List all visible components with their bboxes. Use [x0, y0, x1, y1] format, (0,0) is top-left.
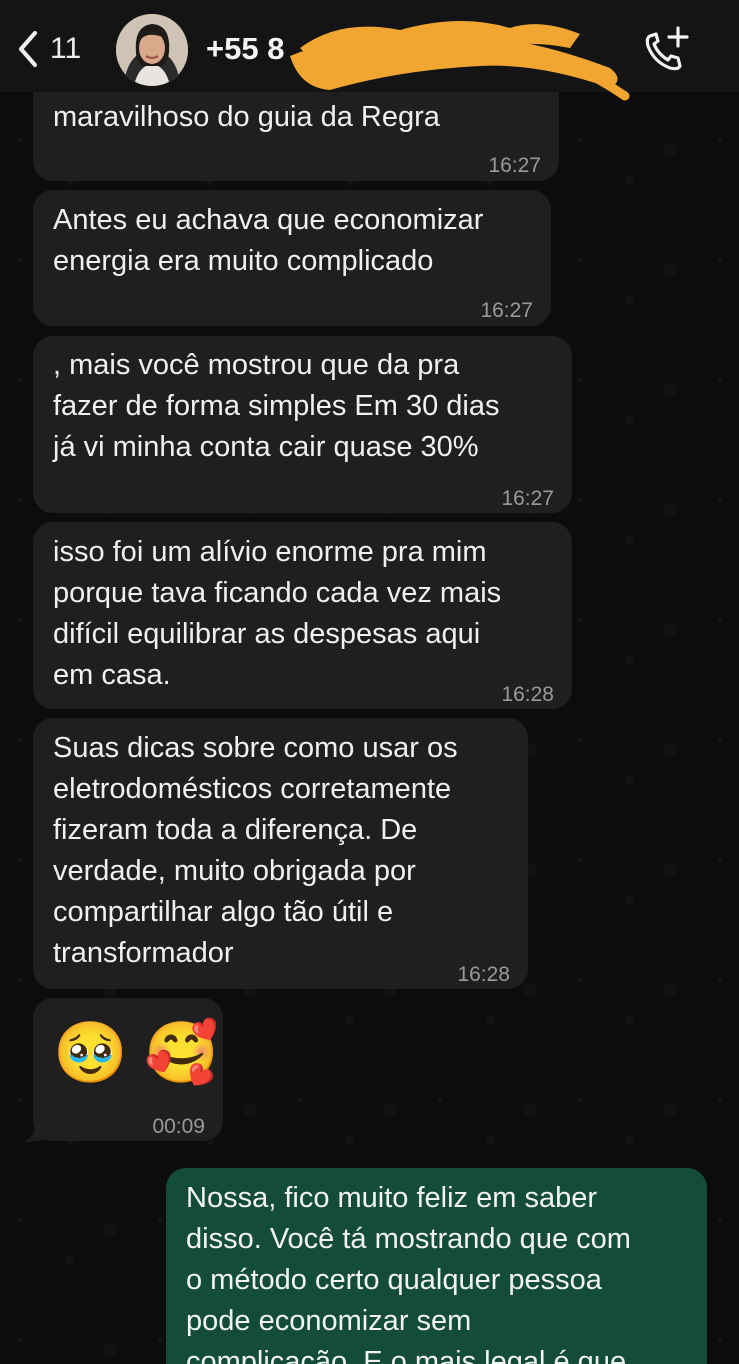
message-bubble-incoming[interactable]: Suas dicas sobre como usar os eletrodomé…	[33, 718, 528, 989]
message-time: 16:27	[501, 487, 554, 510]
call-add-icon[interactable]	[638, 24, 694, 76]
chevron-left-icon	[19, 31, 37, 67]
avatar[interactable]	[116, 14, 188, 86]
message-time: 16:28	[501, 683, 554, 706]
message-text: isso foi um alívio enorme pra mim porque…	[53, 536, 502, 691]
back-button[interactable]: 11	[16, 27, 81, 71]
bubble-tail	[24, 1118, 52, 1142]
message-time: 16:28	[457, 963, 510, 986]
message-bubble-emoji[interactable]: 🥹 🥰 00:09	[33, 998, 223, 1141]
message-time: 16:27	[488, 154, 541, 177]
chat-header: 11 +55 8	[0, 0, 739, 101]
message-text: Nossa, fico muito feliz em saber disso. …	[186, 1182, 631, 1364]
unread-count: 11	[50, 32, 82, 65]
chat-screen: 11 +55 8 maravilhoso do guia da Regra 16…	[0, 0, 739, 1364]
message-text: maravilhoso do guia da Regra	[53, 101, 440, 133]
message-bubble-outgoing[interactable]: Nossa, fico muito feliz em saber disso. …	[166, 1168, 707, 1364]
contact-name[interactable]: +55 8	[206, 31, 284, 67]
message-bubble-incoming[interactable]: isso foi um alívio enorme pra mim porque…	[33, 522, 572, 709]
message-bubble-incoming[interactable]: , mais você mostrou que da pra fazer de …	[33, 336, 572, 513]
message-bubble-incoming[interactable]: Antes eu achava que economizar energia e…	[33, 190, 551, 326]
message-time: 16:27	[480, 299, 533, 322]
message-text: , mais você mostrou que da pra fazer de …	[53, 349, 500, 463]
message-text: Suas dicas sobre como usar os eletrodomé…	[53, 732, 458, 969]
message-emoji: 🥹 🥰	[53, 1019, 220, 1086]
message-time: 00:09	[152, 1115, 205, 1138]
redaction-scribble	[290, 20, 630, 101]
message-text: Antes eu achava que economizar energia e…	[53, 204, 484, 277]
